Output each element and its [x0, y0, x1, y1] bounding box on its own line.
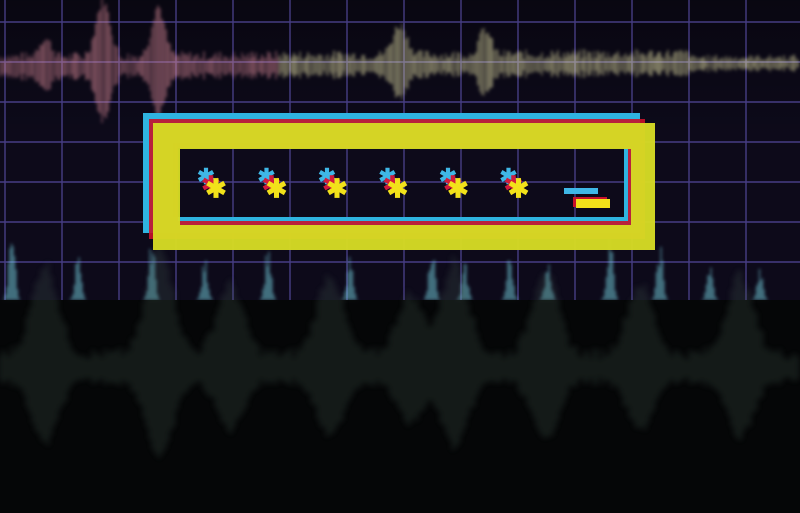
glitch-password-illustration	[0, 0, 800, 513]
password-input-area[interactable]	[178, 145, 633, 225]
illustration-canvas	[0, 0, 800, 513]
